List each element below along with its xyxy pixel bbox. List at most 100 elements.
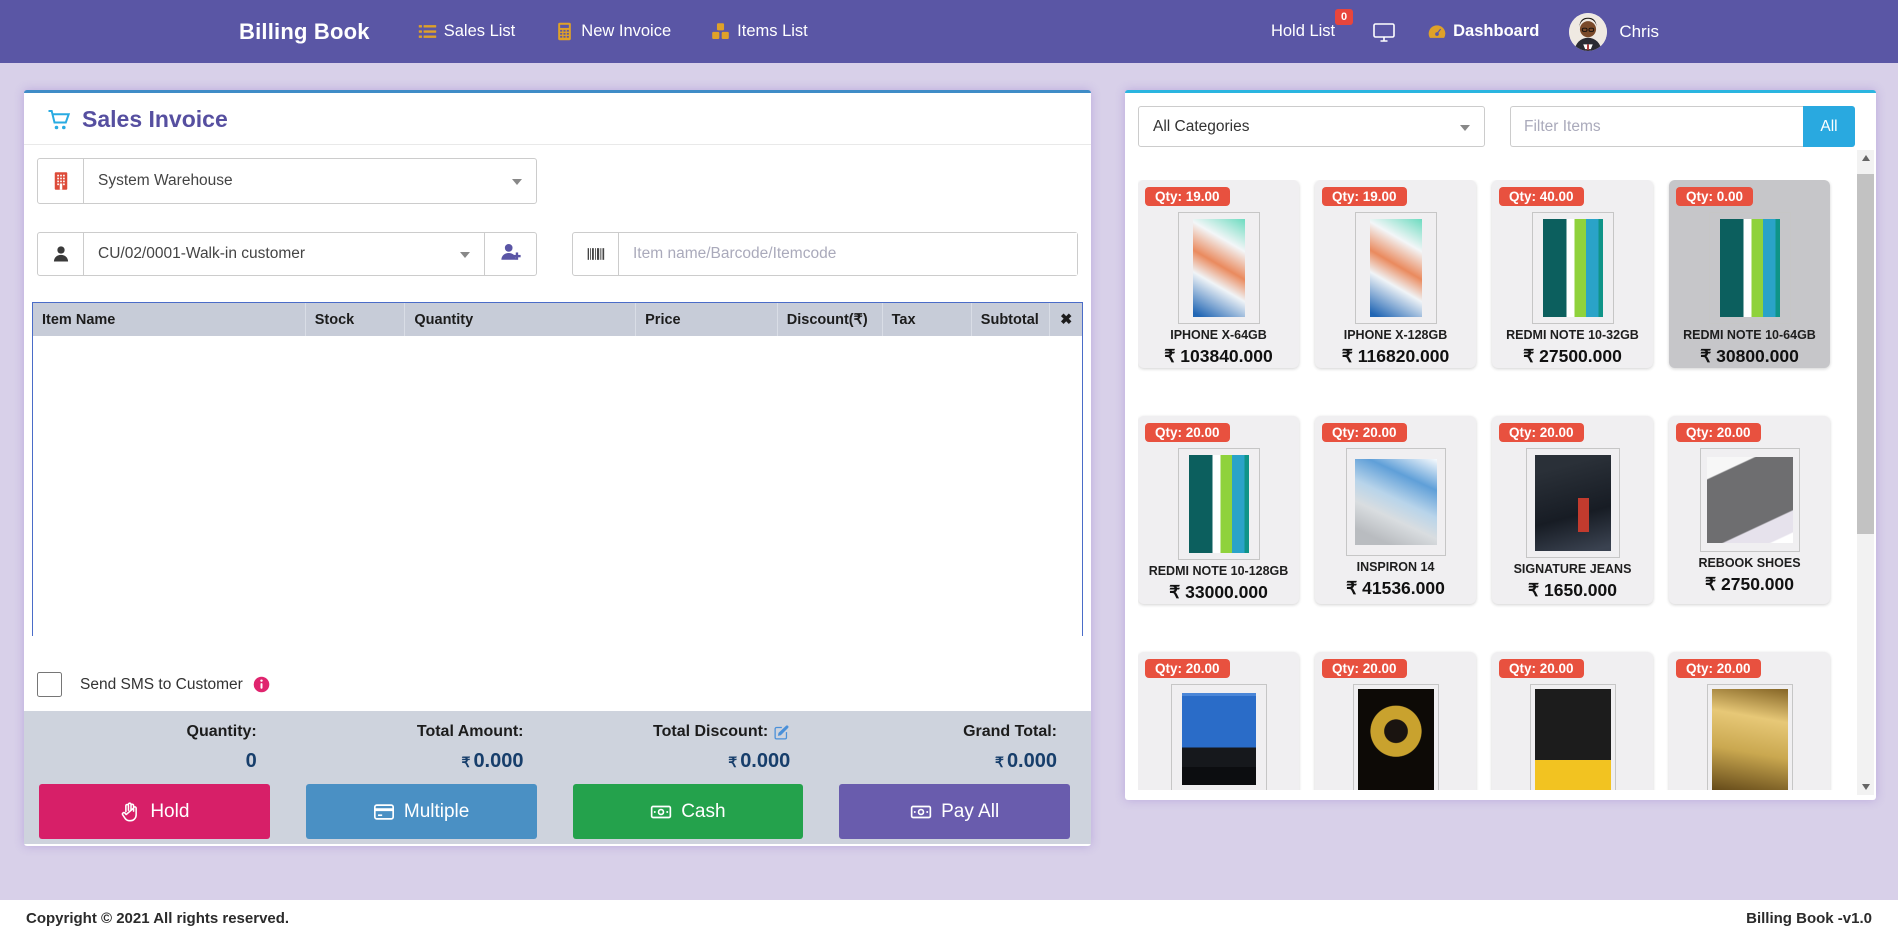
product-card[interactable]: Qty: 20.00 REDMI NOTE 10-128GB ₹ 33000.0… [1138, 416, 1299, 604]
barcode-group [572, 232, 1078, 276]
hold-count-badge: 0 [1335, 9, 1353, 25]
nav-item-items-list[interactable]: Items List [711, 22, 808, 41]
pay-all-button[interactable]: Pay All [839, 784, 1070, 839]
top-navbar: Billing Book Sales List New Invoice Items … [0, 0, 1898, 63]
product-image-redmi [1178, 448, 1260, 560]
send-sms-label: Send SMS to Customer [80, 676, 243, 694]
product-card[interactable]: Qty: 20.00 SIGNATURE JEANS ₹ 1650.000 [1492, 416, 1653, 604]
money-icon [650, 801, 672, 823]
product-card[interactable]: Qty: 19.00 IPHONE X-64GB ₹ 103840.000 [1138, 180, 1299, 368]
col-stock: Stock [306, 303, 406, 336]
all-filter-button[interactable]: All [1803, 106, 1855, 147]
send-sms-checkbox[interactable] [37, 672, 62, 697]
clear-all-icon[interactable]: ✖ [1050, 303, 1081, 336]
pay-buttons: Hold Multiple Cash Pay All [24, 784, 1091, 839]
category-select[interactable]: All Categories [1138, 106, 1485, 147]
scrollbar-thumb[interactable] [1857, 174, 1874, 534]
product-price: ₹ 33000.000 [1169, 582, 1268, 603]
item-search-input[interactable] [619, 233, 1077, 275]
multiple-button[interactable]: Multiple [306, 784, 537, 839]
money-icon [910, 801, 932, 823]
product-image-book-php [1530, 684, 1616, 790]
warehouse-building-icon [38, 159, 84, 203]
filter-items-input[interactable] [1510, 106, 1803, 147]
hand-icon [119, 801, 141, 823]
product-card[interactable]: Qty: 20.00 INSPIRON 14 ₹ 41536.000 [1315, 416, 1476, 604]
page-footer: Copyright © 2021 All rights reserved. Bi… [0, 900, 1898, 937]
product-card[interactable]: Qty: 20.00 [1492, 652, 1653, 790]
warehouse-select[interactable]: System Warehouse [84, 159, 536, 203]
col-discount: Discount(₹) [778, 303, 883, 336]
product-card[interactable]: Qty: 20.00 [1138, 652, 1299, 790]
credit-card-icon [373, 801, 395, 823]
list-icon [418, 22, 437, 41]
app-brand[interactable]: Billing Book [239, 19, 370, 45]
user-name: Chris [1619, 22, 1659, 42]
product-name: REDMI NOTE 10-64GB [1677, 328, 1822, 344]
total-amount-label: Total Amount: [291, 723, 558, 741]
product-price: ₹ 30800.000 [1700, 346, 1799, 367]
items-scrollbar[interactable] [1857, 150, 1874, 795]
qty-badge: Qty: 20.00 [1676, 659, 1761, 678]
product-card[interactable]: Qty: 20.00 REBOOK SHOES ₹ 2750.000 [1669, 416, 1830, 604]
calculator-icon [555, 22, 574, 41]
edit-discount-icon[interactable] [773, 724, 790, 741]
product-card[interactable]: Qty: 20.00 [1669, 652, 1830, 790]
product-price: ₹ 27500.000 [1523, 346, 1622, 367]
nav-item-new-invoice[interactable]: New Invoice [555, 22, 671, 41]
copyright-text: Copyright © 2021 All rights reserved. [26, 910, 289, 927]
dashboard-link[interactable]: Dashboard [1427, 22, 1539, 42]
cash-button[interactable]: Cash [573, 784, 804, 839]
col-tax: Tax [883, 303, 972, 336]
hold-button[interactable]: Hold [39, 784, 270, 839]
total-amount-value: ₹0.000 [291, 750, 558, 773]
product-image-laptop-silver [1346, 448, 1446, 556]
warehouse-group: System Warehouse [37, 158, 537, 204]
page-content: Sales Invoice System Warehouse CU/02/000… [0, 63, 1898, 900]
col-item-name: Item Name [33, 303, 306, 336]
product-image-book-hp [1707, 684, 1793, 790]
invoice-summary: Quantity: Total Amount: Total Discount: … [24, 711, 1091, 844]
product-name: INSPIRON 14 [1351, 560, 1441, 576]
sales-invoice-panel: Sales Invoice System Warehouse CU/02/000… [24, 90, 1091, 846]
fullscreen-monitor-icon[interactable] [1371, 20, 1397, 44]
product-card[interactable]: Qty: 20.00 [1315, 652, 1476, 790]
product-image-redmi [1532, 212, 1614, 324]
product-image-iphone [1178, 212, 1260, 324]
product-name: REBOOK SHOES [1692, 556, 1806, 572]
scroll-up-icon[interactable] [1857, 150, 1874, 166]
qty-badge: Qty: 20.00 [1499, 659, 1584, 678]
scroll-down-icon[interactable] [1857, 779, 1874, 795]
qty-badge: Qty: 19.00 [1145, 187, 1230, 206]
product-price: ₹ 2750.000 [1705, 574, 1794, 595]
user-menu[interactable]: Chris [1569, 13, 1659, 51]
version-text: Billing Book -v1.0 [1746, 910, 1872, 927]
product-image-laptop-dark [1171, 684, 1267, 790]
product-image-jeans [1526, 448, 1620, 558]
hold-list-button[interactable]: Hold List 0 [1271, 22, 1341, 41]
add-customer-button[interactable] [484, 233, 536, 275]
product-price: ₹ 41536.000 [1346, 578, 1445, 599]
nav-item-sales-list[interactable]: Sales List [418, 22, 516, 41]
cubes-icon [711, 22, 730, 41]
product-grid: Qty: 19.00 IPHONE X-64GB ₹ 103840.000 Qt… [1138, 180, 1863, 790]
barcode-icon [573, 233, 619, 275]
customer-select[interactable]: CU/02/0001-Walk-in customer [84, 233, 484, 275]
product-card[interactable]: Qty: 40.00 REDMI NOTE 10-32GB ₹ 27500.00… [1492, 180, 1653, 368]
product-card[interactable]: Qty: 19.00 IPHONE X-128GB ₹ 116820.000 [1315, 180, 1476, 368]
qty-badge: Qty: 20.00 [1322, 659, 1407, 678]
product-card[interactable]: Qty: 0.00 REDMI NOTE 10-64GB ₹ 30800.000 [1669, 180, 1830, 368]
info-icon[interactable] [253, 676, 270, 693]
grand-total-label: Grand Total: [824, 723, 1091, 741]
product-price: ₹ 116820.000 [1342, 346, 1450, 367]
shopping-cart-icon [46, 108, 72, 132]
product-image-iphone [1355, 212, 1437, 324]
user-avatar [1569, 13, 1607, 51]
invoice-items-table: Item Name Stock Quantity Price Discount(… [32, 302, 1083, 636]
product-name: SIGNATURE JEANS [1508, 562, 1638, 578]
grand-total-value: ₹0.000 [824, 750, 1091, 773]
product-image-watch [1353, 684, 1439, 790]
qty-badge: Qty: 19.00 [1322, 187, 1407, 206]
total-discount-label: Total Discount: [558, 723, 825, 741]
person-plus-icon [499, 241, 523, 268]
